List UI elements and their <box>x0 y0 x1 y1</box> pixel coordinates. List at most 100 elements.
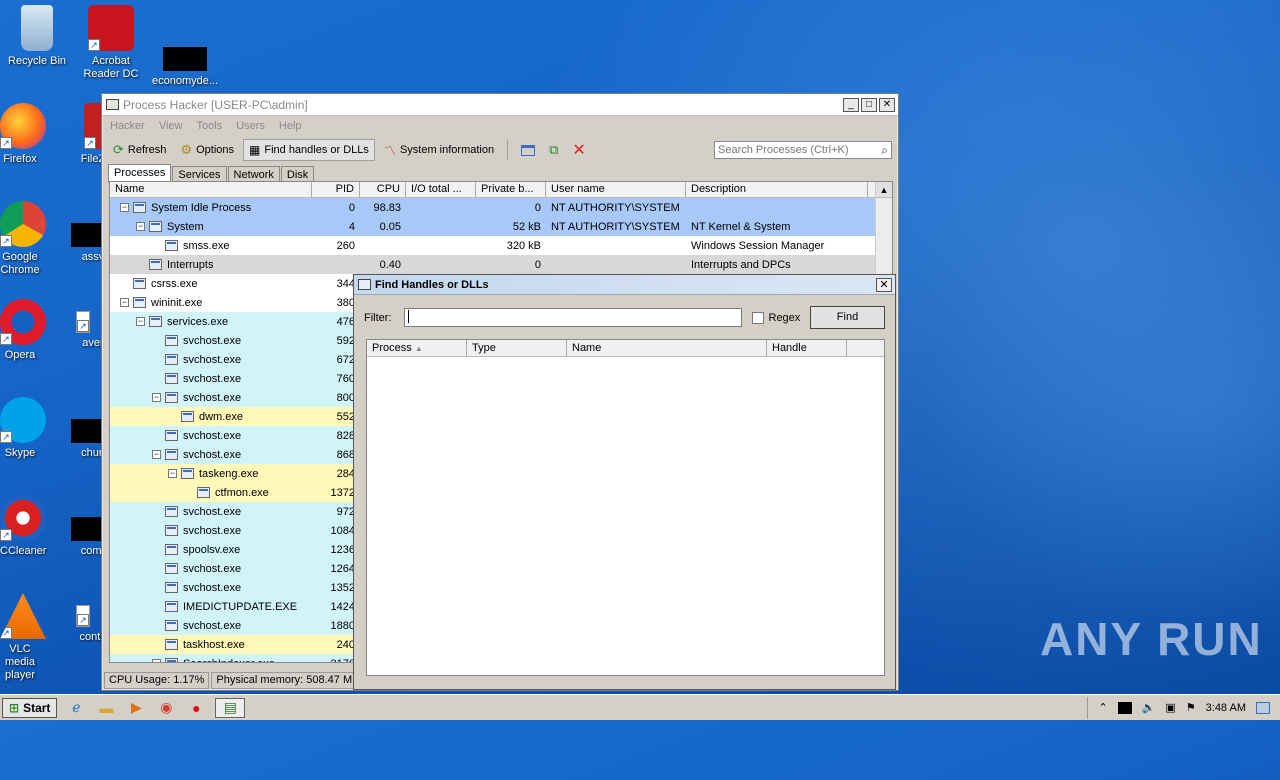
menu-view[interactable]: View <box>159 120 183 132</box>
dialog-title-bar[interactable]: Find Handles or DLLs ✕ <box>354 275 895 295</box>
collapse-toggle-icon[interactable]: − <box>136 222 145 231</box>
menu-hacker[interactable]: Hacker <box>110 120 145 132</box>
collapse-toggle-icon[interactable]: − <box>152 393 161 402</box>
menu-tools[interactable]: Tools <box>197 120 223 132</box>
desktop-icon-recycle-bin[interactable]: Recycle Bin <box>0 5 74 68</box>
taskbar-ie-icon[interactable]: ℯ <box>65 698 87 718</box>
taskbar-process-hacker-icon[interactable]: ▤ <box>215 697 246 718</box>
collapse-toggle-icon[interactable]: − <box>168 469 177 478</box>
col-process[interactable]: Process ▲ <box>367 340 467 356</box>
col-user[interactable]: User name <box>546 182 686 197</box>
taskbar-media-player-icon[interactable]: ▶ <box>125 698 147 718</box>
find-button[interactable]: Find <box>810 306 885 329</box>
process-icon <box>133 278 146 289</box>
volume-icon[interactable]: 🔈 <box>1142 701 1156 714</box>
show-desktop-icon[interactable] <box>1256 701 1270 714</box>
network-icon[interactable]: ▣ <box>1165 701 1175 714</box>
tray-console-icon[interactable] <box>1117 701 1132 714</box>
process-icon <box>197 487 210 498</box>
search-processes-input[interactable]: Search Processes (Ctrl+K) ⌕ <box>714 141 892 159</box>
flag-icon[interactable]: ⚑ <box>1186 701 1196 714</box>
collapse-toggle-icon[interactable]: − <box>120 298 129 307</box>
shortcut-arrow-icon: ↗ <box>77 614 89 626</box>
process-row[interactable]: − System Idle Process 0 98.83 0 NT AUTHORITY\… <box>110 198 892 217</box>
process-name-cell: svchost.exe <box>110 430 312 442</box>
dialog-close-button[interactable]: ✕ <box>876 277 892 292</box>
process-name-cell: csrss.exe <box>110 278 312 290</box>
find-handles-button[interactable]: ▦ Find handles or DLLs <box>243 139 375 161</box>
window-button[interactable] <box>516 139 540 161</box>
col-type[interactable]: Type <box>467 340 567 356</box>
desktop-icon-acrobat-reader-dc[interactable]: ↗ Acrobat Reader DC <box>74 5 148 81</box>
start-button[interactable]: ⊞ Start <box>2 697 58 718</box>
regex-checkbox[interactable] <box>751 311 764 324</box>
toolbar-separator <box>507 140 509 160</box>
desktop-icon-economyde[interactable]: economyde... <box>148 25 222 88</box>
process-name: svchost.exe <box>183 581 242 594</box>
minimize-button[interactable]: _ <box>843 97 859 112</box>
process-name: System Idle Process <box>151 201 252 214</box>
collapse-toggle-icon[interactable]: − <box>152 659 161 662</box>
process-row[interactable]: Interrupts 0.40 0 Interrupts and DPCs <box>110 255 892 274</box>
process-name-cell: − taskeng.exe <box>110 468 312 480</box>
process-name-cell: − System <box>110 221 312 233</box>
close-button[interactable]: ✕ <box>879 97 895 112</box>
memory-status: Physical memory: 508.47 MB <box>211 671 365 689</box>
filter-input[interactable] <box>403 308 742 327</box>
process-row[interactable]: − System 4 0.05 52 kB NT AUTHORITY\SYSTEM NT K… <box>110 217 892 236</box>
col-name[interactable]: Name <box>110 182 312 197</box>
terminate-button[interactable]: ✕ <box>567 139 590 161</box>
col-handle[interactable]: Handle <box>767 340 847 356</box>
options-button[interactable]: ⚙ Options <box>175 139 239 161</box>
collapse-toggle-icon[interactable]: − <box>120 203 129 212</box>
desktop-icon-label: Opera <box>4 349 36 361</box>
desktop-icon-opera[interactable]: ↗ Opera <box>0 299 46 362</box>
col-description[interactable]: Description <box>686 182 868 197</box>
desktop-icon-skype[interactable]: ↗ Skype <box>0 397 46 460</box>
process-name-cell: Interrupts <box>110 259 312 271</box>
desktop-icon-label: Skype <box>4 447 36 459</box>
desktop-icon-ccleaner[interactable]: ↗ CCleaner <box>0 495 47 558</box>
process-name: svchost.exe <box>183 372 242 385</box>
process-tree-header: Name PID CPU I/O total ... Private b... … <box>110 182 892 198</box>
col-io[interactable]: I/O total ... <box>406 182 476 197</box>
search-icon: ⌕ <box>881 143 888 157</box>
cpu-cell: 0.40 <box>379 258 401 271</box>
desktop-icon-vlc-media-player[interactable]: ↗ VLC media player <box>0 593 46 682</box>
menu-help[interactable]: Help <box>279 120 302 132</box>
process-name-cell: svchost.exe <box>110 563 312 575</box>
process-name-cell: svchost.exe <box>110 354 312 366</box>
taskbar-explorer-icon[interactable]: ▬ <box>95 698 117 718</box>
process-icon <box>165 354 178 365</box>
taskbar-chrome-icon[interactable]: ◉ <box>155 698 177 718</box>
process-name: svchost.exe <box>183 334 242 347</box>
text-caret <box>407 310 409 323</box>
col-handle-name[interactable]: Name <box>567 340 767 356</box>
process-name-cell: svchost.exe <box>110 525 312 537</box>
col-pid[interactable]: PID <box>312 182 360 197</box>
collapse-toggle-icon[interactable]: − <box>136 317 145 326</box>
system-information-button[interactable]: 〽 System information <box>379 139 499 161</box>
refresh-button[interactable]: ⟳ Refresh <box>108 139 171 161</box>
recycle-bin-icon <box>21 5 53 51</box>
process-name: services.exe <box>167 315 229 328</box>
scroll-up-icon[interactable]: ▲ <box>876 182 892 198</box>
desktop-icon-firefox[interactable]: ↗ Firefox <box>0 103 46 166</box>
clock[interactable]: 3:48 AM <box>1206 702 1246 714</box>
collapse-toggle-icon[interactable]: − <box>152 450 161 459</box>
description-cell: Interrupts and DPCs <box>691 258 791 271</box>
col-cpu[interactable]: CPU <box>360 182 406 197</box>
desktop-icon-google-chrome[interactable]: ↗ Google Chrome <box>0 201 46 277</box>
process-name: Interrupts <box>167 258 214 271</box>
maximize-button[interactable]: □ <box>861 97 877 112</box>
col-private[interactable]: Private b... <box>476 182 546 197</box>
desktop-icon-label: CCleaner <box>0 545 47 557</box>
menu-users[interactable]: Users <box>236 120 265 132</box>
desktop-icon-label: Firefox <box>3 153 37 165</box>
find-window-button[interactable]: ⧉ <box>544 139 563 161</box>
process-row[interactable]: smss.exe 260 320 kB Windows Session Manager <box>110 236 892 255</box>
tray-expand-icon[interactable]: ⌃ <box>1098 701 1107 714</box>
taskbar-opera-icon[interactable]: ● <box>185 698 207 718</box>
desktop-icon-label: Acrobat Reader DC <box>83 55 139 80</box>
title-bar[interactable]: Process Hacker [USER-PC\admin] _ □ ✕ <box>102 94 898 116</box>
